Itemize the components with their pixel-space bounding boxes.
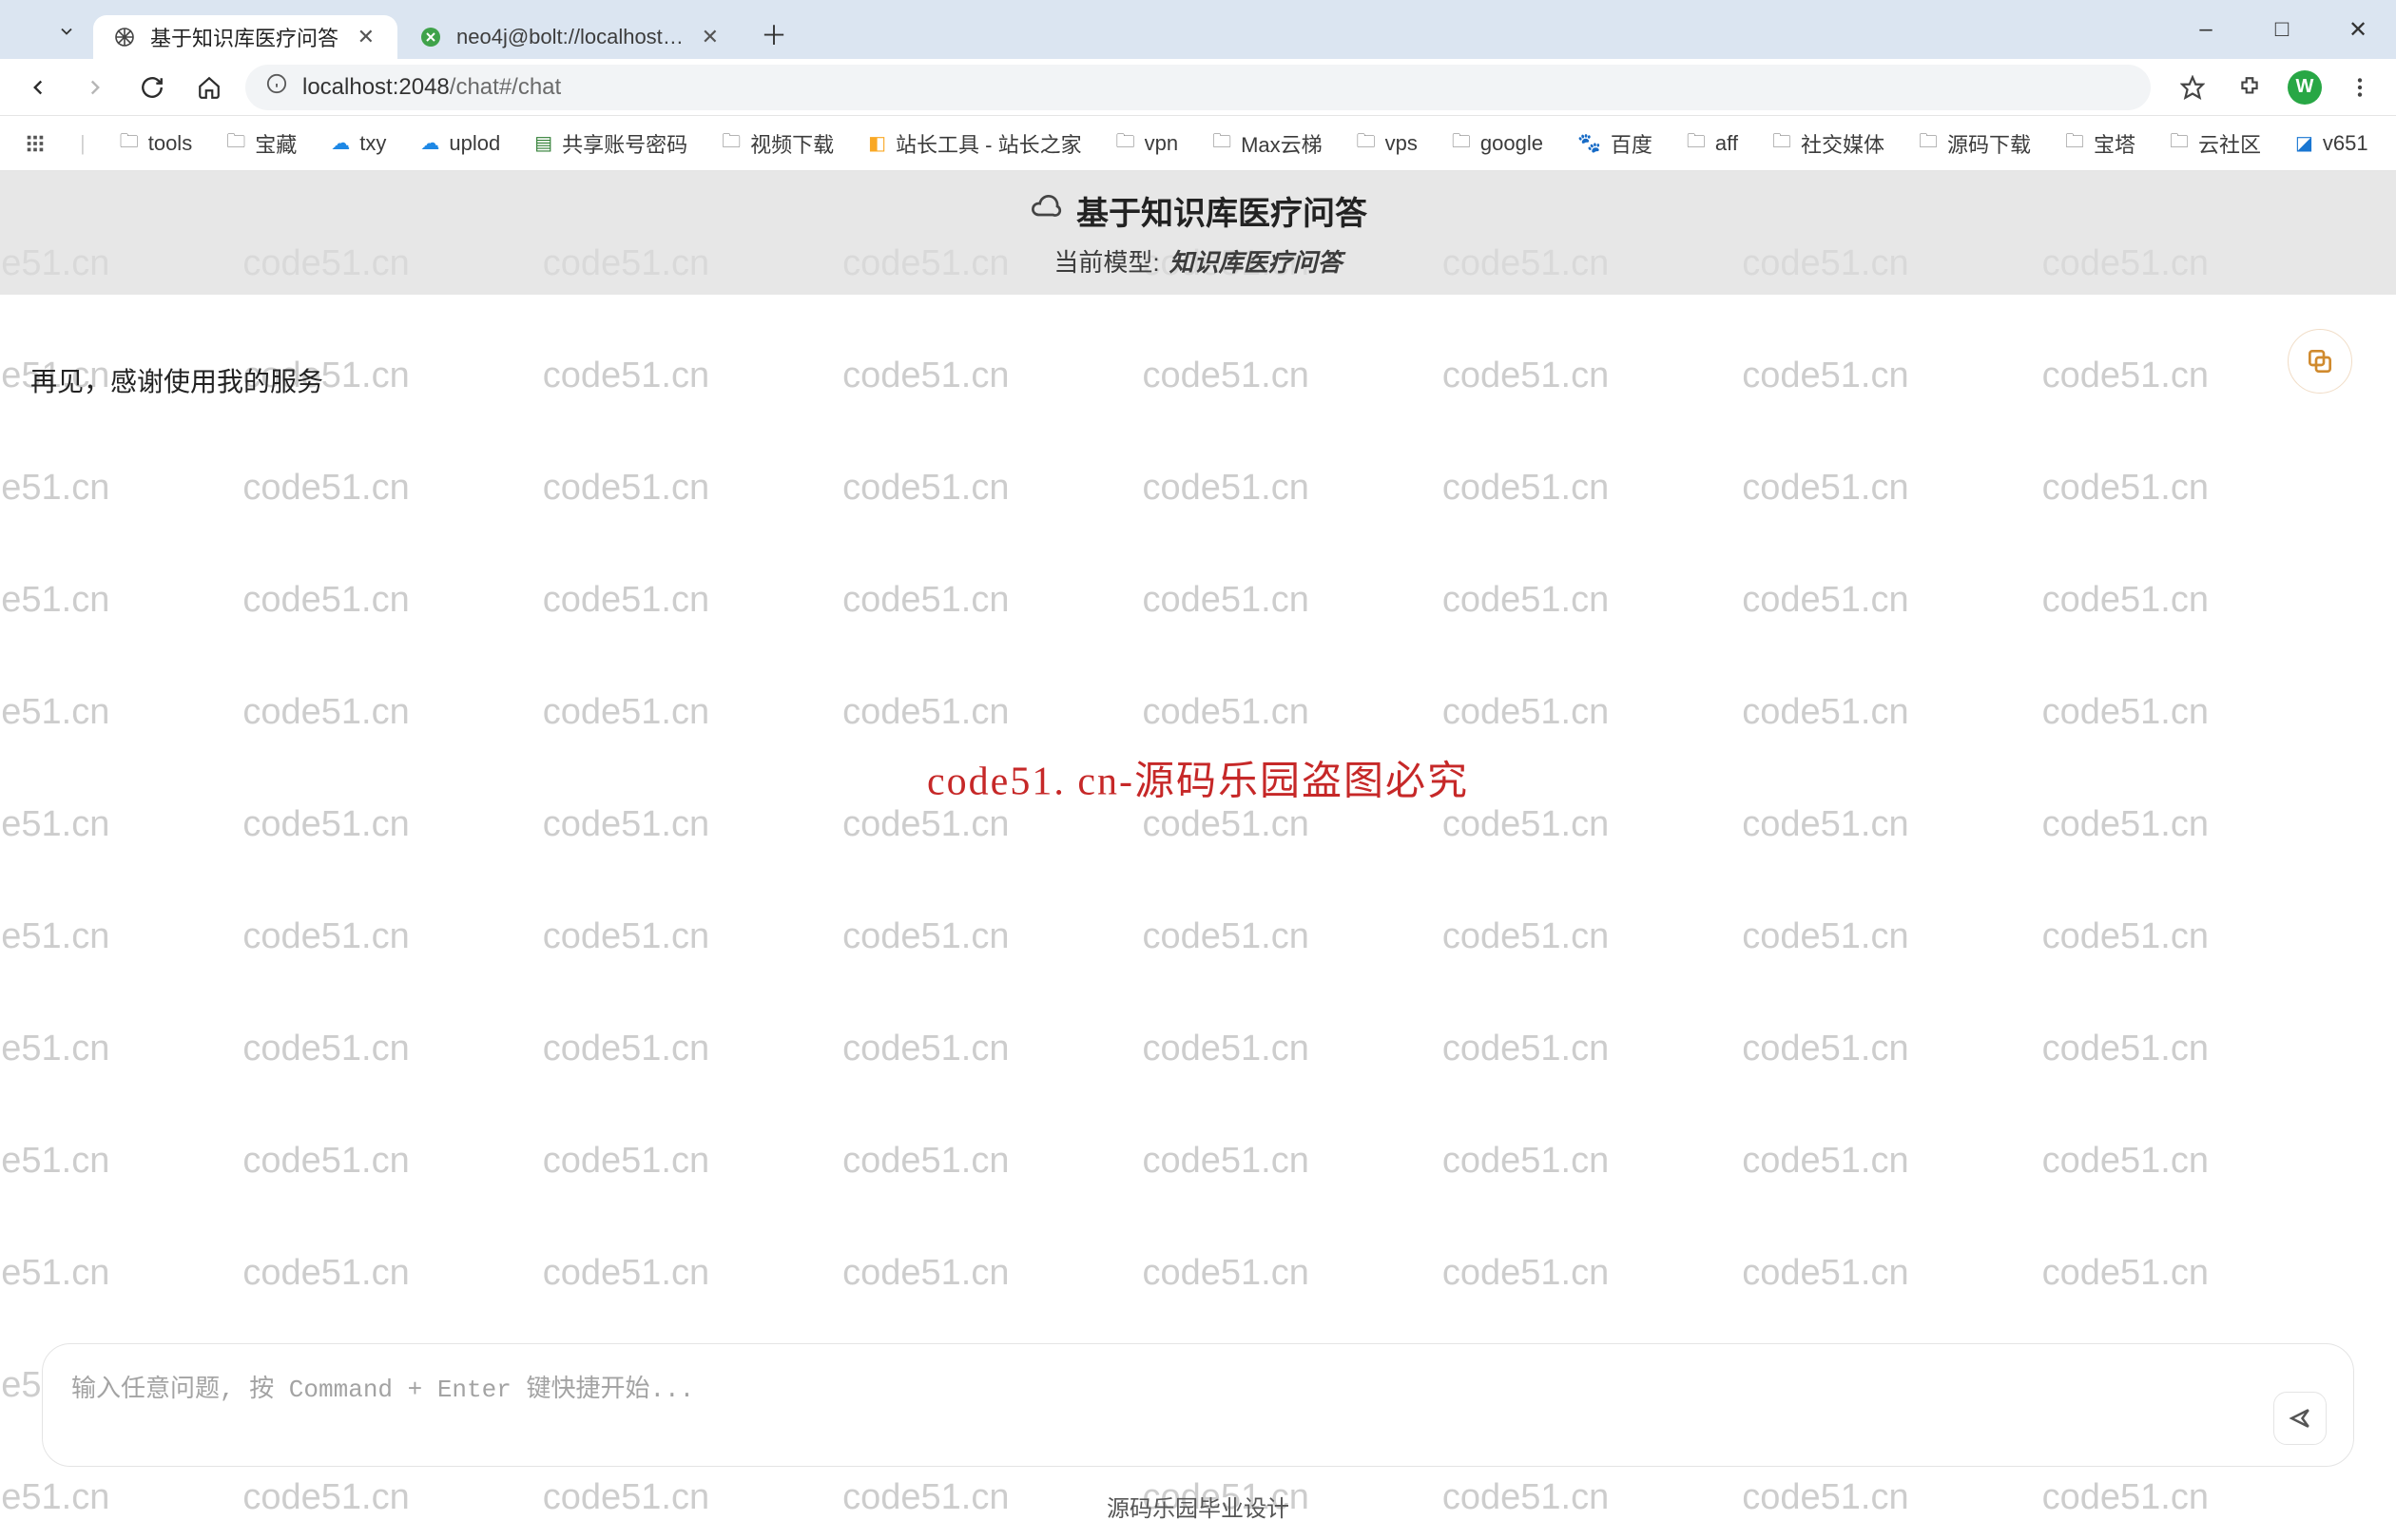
model-value: 知识库医疗问答 [1169, 243, 1343, 279]
bookmark-label: tools [148, 131, 192, 156]
reload-button[interactable] [131, 67, 173, 108]
bookmark-label: 站长工具 - 站长之家 [896, 128, 1082, 159]
bookmark-item[interactable]: 🗀 tools [120, 127, 192, 160]
folder-icon: 🗀 [1212, 127, 1231, 160]
bookmark-label: 宝藏 [255, 128, 297, 159]
cloud-icon: ☁ [331, 131, 350, 155]
bookmark-item[interactable]: 🗀 vps [1357, 127, 1418, 160]
home-button[interactable] [188, 67, 230, 108]
bookmark-item[interactable]: 🗀 视频下载 [722, 127, 834, 160]
app-icon: ▤ [534, 131, 552, 155]
folder-icon: 🗀 [1772, 127, 1791, 160]
page-banner: 基于知识库医疗问答 当前模型: 知识库医疗问答 [0, 171, 2396, 295]
paw-icon: 🐾 [1577, 131, 1601, 155]
bookmark-item[interactable]: 🗀 aff [1687, 127, 1738, 160]
bookmark-item[interactable]: 🗀 vpn [1116, 127, 1178, 160]
close-icon[interactable]: ✕ [354, 21, 378, 53]
apps-grid-icon[interactable] [25, 125, 46, 163]
bookmark-label: v651 [2323, 131, 2368, 156]
bookmark-label: google [1480, 131, 1543, 156]
bookmark-item[interactable]: 🐾 百度 [1577, 128, 1652, 159]
bookmark-item[interactable]: 🗀 宝塔 [2065, 127, 2135, 160]
close-icon[interactable]: ✕ [698, 21, 723, 53]
tab-active[interactable]: 基于知识库医疗问答 ✕ [93, 15, 397, 59]
copy-button[interactable] [2288, 329, 2352, 394]
cloud-icon: ☁ [420, 131, 439, 155]
bookmark-label: 源码下载 [1947, 128, 2031, 159]
folder-icon: 🗀 [1687, 127, 1706, 160]
site-info-icon[interactable] [266, 73, 287, 101]
neo4j-icon [418, 25, 443, 49]
url-path: /chat#/chat [450, 74, 561, 100]
folder-icon: 🗀 [2170, 127, 2189, 160]
tab-title: neo4j@bolt://localhost:7687 [456, 25, 685, 49]
bookmark-item[interactable]: ◧ 站长工具 - 站长之家 [868, 128, 1081, 159]
bookmark-label: 百度 [1611, 128, 1652, 159]
page-title: 基于知识库医疗问答 [1076, 187, 1367, 234]
bookmarks-bar: | 🗀 tools 🗀 宝藏 ☁ txy ☁ uplod ▤ 共享账号密码 🗀 … [0, 116, 2396, 171]
sparkle-icon [112, 25, 137, 49]
url-text: localhost:2048/chat#/chat [302, 74, 2130, 101]
bookmark-label: vps [1385, 131, 1418, 156]
bookmark-item[interactable]: ▤ 共享账号密码 [534, 128, 687, 159]
bookmark-item[interactable]: 🗀 google [1452, 127, 1543, 160]
folder-icon: 🗀 [1357, 127, 1376, 160]
bookmark-item[interactable]: 🗀 Max云梯 [1212, 127, 1323, 160]
folder-icon: 🗀 [2065, 127, 2084, 160]
extensions-icon[interactable] [2231, 68, 2269, 106]
folder-icon: 🗀 [1452, 127, 1471, 160]
chat-area: 再见，感谢使用我的服务 code51. cn-源码乐园盗图必究 [0, 295, 2396, 1322]
bookmark-label: 视频下载 [750, 128, 834, 159]
close-window-button[interactable]: ✕ [2320, 0, 2396, 59]
bookmark-label: 云社区 [2198, 128, 2261, 159]
folder-icon: 🗀 [722, 127, 741, 160]
folder-icon: 🗀 [1116, 127, 1135, 160]
new-tab-button[interactable]: ＋ [755, 15, 793, 53]
folder-icon: 🗀 [1919, 127, 1938, 160]
tab-inactive[interactable]: neo4j@bolt://localhost:7687 ✕ [399, 15, 742, 59]
bookmark-label: 共享账号密码 [562, 128, 687, 159]
bookmark-label: aff [1715, 131, 1738, 156]
tab-title: 基于知识库医疗问答 [150, 22, 340, 52]
model-label: 当前模型: [1053, 243, 1159, 279]
bookmark-item[interactable]: 🗀 社交媒体 [1772, 127, 1884, 160]
bookmark-label: Max云梯 [1241, 128, 1323, 159]
send-button[interactable] [2273, 1392, 2327, 1445]
bookmark-item[interactable]: 🗀 源码下载 [1919, 127, 2031, 160]
minimize-button[interactable]: – [2168, 0, 2244, 59]
url-host: localhost:2048 [302, 74, 450, 100]
app-icon: ◪ [2295, 131, 2313, 155]
app-icon: ◧ [868, 131, 886, 155]
bookmark-item[interactable]: ◪ v651 [2295, 131, 2368, 156]
address-bar[interactable]: localhost:2048/chat#/chat [245, 65, 2151, 110]
bookmark-star-icon[interactable] [2174, 68, 2212, 106]
bookmark-label: uplod [449, 131, 500, 156]
bookmark-item[interactable]: 🗀 云社区 [2170, 127, 2261, 160]
chat-input-container [42, 1343, 2354, 1467]
bookmark-label: 社交媒体 [1801, 128, 1884, 159]
assistant-message: 再见，感谢使用我的服务 [30, 361, 323, 399]
bookmark-item[interactable]: ☁ txy [331, 131, 386, 156]
bookmark-label: vpn [1145, 131, 1178, 156]
bookmark-item[interactable]: 🗀 宝藏 [226, 127, 297, 160]
bookmark-item[interactable]: ☁ uplod [420, 131, 500, 156]
center-watermark: code51. cn-源码乐园盗图必究 [927, 749, 1469, 807]
chat-input[interactable] [71, 1369, 2258, 1441]
forward-button[interactable] [74, 67, 116, 108]
page-footer: 源码乐园毕业设计 [0, 1484, 2396, 1540]
back-button[interactable] [17, 67, 59, 108]
maximize-button[interactable]: □ [2244, 0, 2320, 59]
folder-icon: 🗀 [120, 127, 139, 160]
bookmark-label: 宝塔 [2094, 128, 2135, 159]
bookmark-label: txy [359, 131, 386, 156]
kebab-menu-icon[interactable] [2341, 68, 2379, 106]
tab-search-dropdown[interactable] [48, 11, 86, 51]
folder-icon: 🗀 [226, 127, 245, 160]
avatar[interactable]: W [2288, 70, 2322, 105]
cloud-icon [1029, 189, 1063, 232]
